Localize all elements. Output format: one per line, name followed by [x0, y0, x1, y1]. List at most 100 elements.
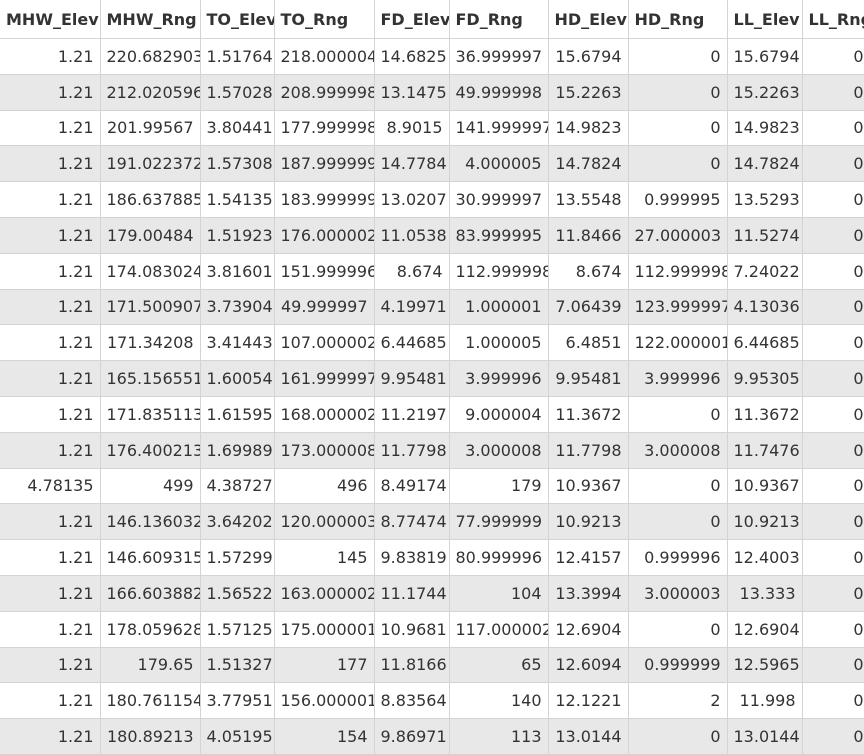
- table-cell-to-elev[interactable]: 4.38727: [200, 468, 275, 505]
- table-cell-ll-rng[interactable]: 0: [802, 360, 864, 397]
- table-cell-to-elev[interactable]: 3.80441: [200, 110, 275, 147]
- table-cell-fd-elev[interactable]: 11.8166: [374, 647, 450, 684]
- table-cell-to-elev[interactable]: 1.57308: [200, 145, 275, 183]
- table-row[interactable]: 1.21 220.682903 1.51764 218.000004 14.6825 36…: [0, 38, 864, 75]
- table-cell-to-rng[interactable]: 208.999998: [274, 74, 375, 111]
- table-cell-hd-elev[interactable]: 13.0144: [548, 718, 629, 755]
- table-cell-mhw-elev[interactable]: 1.21: [0, 181, 101, 218]
- table-cell-fd-elev[interactable]: 11.1744: [374, 575, 450, 612]
- table-cell-fd-elev[interactable]: 8.77474: [374, 503, 450, 541]
- table-cell-ll-elev[interactable]: 11.998: [727, 682, 803, 720]
- table-cell-fd-rng[interactable]: 3.999996: [449, 360, 549, 397]
- table-cell-to-rng[interactable]: 156.000001: [274, 682, 375, 720]
- table-cell-ll-rng[interactable]: 0: [802, 145, 864, 183]
- table-cell-ll-elev[interactable]: 11.3672: [727, 396, 803, 433]
- table-cell-fd-elev[interactable]: 8.83564: [374, 682, 450, 720]
- table-cell-to-elev[interactable]: 1.61595: [200, 396, 275, 433]
- table-row[interactable]: 1.21 186.637885 1.54135 183.999999 13.0207 30…: [0, 181, 864, 218]
- table-row[interactable]: 1.21 165.156551 1.60054 161.999997 9.95481 3.…: [0, 360, 864, 397]
- table-cell-to-elev[interactable]: 1.51923: [200, 217, 275, 254]
- table-cell-mhw-elev[interactable]: 1.21: [0, 217, 101, 254]
- table-cell-fd-rng[interactable]: 1.000001: [449, 289, 549, 326]
- table-cell-to-rng[interactable]: 177: [274, 647, 375, 684]
- table-cell-hd-rng[interactable]: 0: [628, 718, 728, 755]
- table-cell-mhw-rng[interactable]: 171.500907: [100, 289, 201, 326]
- table-cell-fd-rng[interactable]: 112.999998: [449, 253, 549, 290]
- table-cell-hd-rng[interactable]: 0: [628, 110, 728, 147]
- table-cell-to-rng[interactable]: 183.999999: [274, 181, 375, 218]
- table-cell-fd-rng[interactable]: 4.000005: [449, 145, 549, 183]
- table-cell-hd-elev[interactable]: 15.2263: [548, 74, 629, 111]
- table-cell-mhw-rng[interactable]: 186.637885: [100, 181, 201, 218]
- table-cell-hd-rng[interactable]: 0: [628, 38, 728, 75]
- table-cell-hd-elev[interactable]: 13.3994: [548, 575, 629, 612]
- table-cell-to-elev[interactable]: 1.57299: [200, 539, 275, 576]
- table-cell-mhw-elev[interactable]: 1.21: [0, 253, 101, 290]
- table-cell-to-rng[interactable]: 496: [274, 468, 375, 505]
- table-cell-to-elev[interactable]: 1.51764: [200, 38, 275, 75]
- table-cell-mhw-elev[interactable]: 1.21: [0, 432, 101, 469]
- column-header-hd-rng[interactable]: HD_Rng: [628, 0, 728, 39]
- column-header-mhw-rng[interactable]: MHW_Rng: [100, 0, 201, 39]
- table-cell-hd-elev[interactable]: 10.9367: [548, 468, 629, 505]
- table-row[interactable]: 1.21 176.400213 1.69989 173.000008 11.7798 3.…: [0, 432, 864, 469]
- table-cell-mhw-rng[interactable]: 176.400213: [100, 432, 201, 469]
- table-cell-to-elev[interactable]: 1.57125: [200, 611, 275, 648]
- table-cell-ll-rng[interactable]: 0: [802, 38, 864, 75]
- table-cell-to-elev[interactable]: 1.57028: [200, 74, 275, 111]
- table-cell-fd-rng[interactable]: 140: [449, 682, 549, 720]
- table-cell-ll-elev[interactable]: 12.5965: [727, 647, 803, 684]
- table-cell-mhw-rng[interactable]: 165.156551: [100, 360, 201, 397]
- table-row[interactable]: 1.21 212.020596 1.57028 208.999998 13.1475 49…: [0, 74, 864, 111]
- column-header-to-elev[interactable]: TO_Elev: [200, 0, 275, 39]
- table-cell-to-rng[interactable]: 154: [274, 718, 375, 755]
- table-cell-mhw-rng[interactable]: 191.022372: [100, 145, 201, 183]
- table-cell-mhw-rng[interactable]: 179.00484: [100, 217, 201, 254]
- table-cell-mhw-elev[interactable]: 1.21: [0, 289, 101, 326]
- table-cell-fd-rng[interactable]: 104: [449, 575, 549, 612]
- table-cell-mhw-elev[interactable]: 1.21: [0, 74, 101, 111]
- table-cell-hd-rng[interactable]: 123.999997: [628, 289, 728, 326]
- table-cell-hd-rng[interactable]: 3.000003: [628, 575, 728, 612]
- table-row[interactable]: 1.21 191.022372 1.57308 187.999999 14.7784 4.…: [0, 145, 864, 183]
- table-cell-ll-elev[interactable]: 7.24022: [727, 253, 803, 290]
- table-cell-fd-rng[interactable]: 179: [449, 468, 549, 505]
- table-row[interactable]: 1.21 180.761154 3.77951 156.000001 8.83564 14…: [0, 682, 864, 720]
- table-cell-ll-rng[interactable]: 0: [802, 181, 864, 218]
- table-cell-fd-rng[interactable]: 30.999997: [449, 181, 549, 218]
- table-cell-ll-rng[interactable]: 0: [802, 611, 864, 648]
- table-cell-fd-rng[interactable]: 1.000005: [449, 324, 549, 362]
- table-cell-mhw-rng[interactable]: 171.34208: [100, 324, 201, 362]
- table-cell-ll-elev[interactable]: 9.95305: [727, 360, 803, 397]
- table-cell-ll-rng[interactable]: 0: [802, 396, 864, 433]
- table-cell-mhw-elev[interactable]: 1.21: [0, 38, 101, 75]
- table-row[interactable]: 1.21 171.34208 3.41443 107.000002 6.44685 1.0…: [0, 324, 864, 362]
- table-cell-to-elev[interactable]: 1.69989: [200, 432, 275, 469]
- table-cell-mhw-rng[interactable]: 178.059628: [100, 611, 201, 648]
- table-cell-to-elev[interactable]: 1.51327: [200, 647, 275, 684]
- table-cell-fd-elev[interactable]: 4.19971: [374, 289, 450, 326]
- table-cell-fd-elev[interactable]: 11.7798: [374, 432, 450, 469]
- table-cell-mhw-rng[interactable]: 171.835113: [100, 396, 201, 433]
- table-cell-fd-elev[interactable]: 6.44685: [374, 324, 450, 362]
- table-cell-mhw-elev[interactable]: 1.21: [0, 611, 101, 648]
- table-cell-to-rng[interactable]: 173.000008: [274, 432, 375, 469]
- column-header-to-rng[interactable]: TO_Rng: [274, 0, 375, 39]
- table-cell-hd-rng[interactable]: 2: [628, 682, 728, 720]
- table-cell-to-rng[interactable]: 187.999999: [274, 145, 375, 183]
- table-cell-ll-elev[interactable]: 14.7824: [727, 145, 803, 183]
- table-cell-ll-rng[interactable]: 0: [802, 682, 864, 720]
- table-cell-hd-elev[interactable]: 8.674: [548, 253, 629, 290]
- table-cell-mhw-rng[interactable]: 180.89213: [100, 718, 201, 755]
- table-cell-to-rng[interactable]: 176.000002: [274, 217, 375, 254]
- table-cell-hd-elev[interactable]: 12.1221: [548, 682, 629, 720]
- table-row[interactable]: 4.78135 499 4.38727 496 8.49174 179 10.9367 0 10…: [0, 468, 864, 505]
- table-cell-to-rng[interactable]: 163.000002: [274, 575, 375, 612]
- table-cell-fd-rng[interactable]: 77.999999: [449, 503, 549, 541]
- table-cell-fd-rng[interactable]: 65: [449, 647, 549, 684]
- table-cell-ll-elev[interactable]: 11.5274: [727, 217, 803, 254]
- table-row[interactable]: 1.21 174.083024 3.81601 151.999996 8.674 112.…: [0, 253, 864, 290]
- table-cell-mhw-rng[interactable]: 146.609315: [100, 539, 201, 576]
- table-cell-ll-rng[interactable]: 0: [802, 253, 864, 290]
- table-cell-hd-elev[interactable]: 6.4851: [548, 324, 629, 362]
